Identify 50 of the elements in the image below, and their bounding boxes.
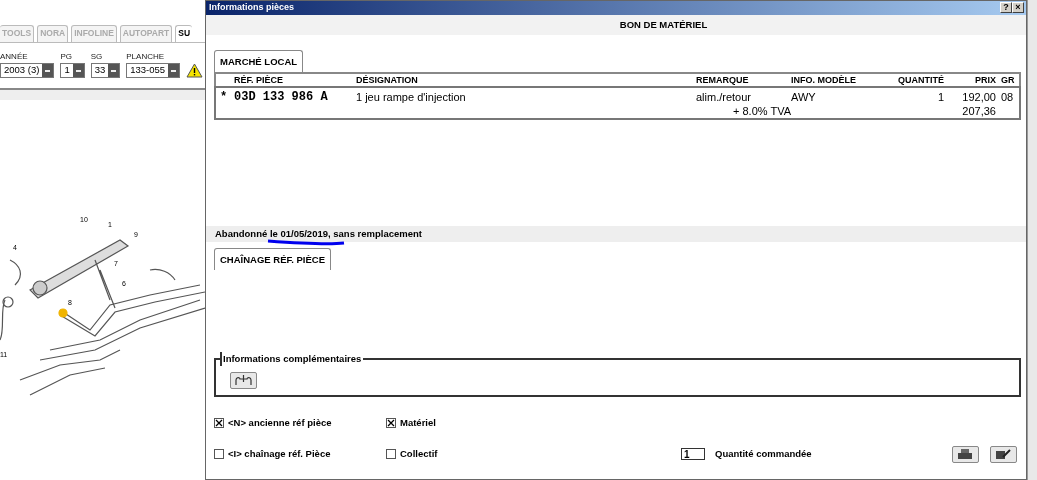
column-header: DÉSIGNATION	[356, 73, 419, 87]
checkbox[interactable]	[386, 418, 396, 428]
option-label: <N> ancienne réf pièce	[228, 415, 332, 430]
checkbox[interactable]	[386, 449, 396, 459]
edit-button[interactable]	[989, 445, 1017, 463]
table-cell-text: 08	[1000, 89, 1015, 105]
table-cell-text: *	[220, 88, 229, 106]
column-header: RÉF. PIÈCE	[234, 73, 284, 87]
dropdown[interactable]: 33	[90, 63, 121, 78]
dropdown[interactable]: 2003 (3)	[0, 63, 55, 78]
field-label: ANNÉE	[0, 51, 29, 63]
table-cell-text: 207,36	[961, 103, 996, 119]
panel-legend: Informations complémentaires	[220, 351, 364, 366]
column-header: GR	[1000, 73, 1016, 87]
checkbox[interactable]	[214, 449, 224, 459]
tab[interactable]: MARCHÉ LOCAL	[214, 49, 304, 72]
quantity-field[interactable]: 1	[681, 448, 705, 460]
pencil-icon	[995, 448, 1012, 460]
column-header: QUANTITÉ	[897, 73, 944, 87]
dropdown[interactable]: 1	[60, 63, 85, 78]
table-cell-text: + 8.0% TVA	[732, 103, 791, 119]
hand-icon	[234, 374, 253, 387]
section-header: BON DE MATÉRIEL	[206, 14, 1026, 35]
option-label: <I> chaînage réf. Pièce	[228, 446, 331, 461]
info-button[interactable]	[230, 371, 257, 389]
column-header: INFO. MODÈLE	[791, 73, 857, 87]
title-bar-button[interactable]: ×	[1012, 2, 1024, 14]
field-label: PG	[60, 51, 73, 63]
warning-icon	[186, 63, 204, 78]
option-label: Collectif	[400, 446, 438, 461]
title-bar-button[interactable]: ?	[1000, 2, 1012, 14]
column-header: REMARQUE	[696, 73, 750, 87]
field-label: SG	[90, 51, 104, 63]
table-cell-text: 03D 133 986 A	[234, 88, 329, 106]
tab[interactable]: CHAÎNAGE RÉF. PIÈCE	[214, 247, 332, 270]
table-cell-text: 1 jeu rampe d'injection	[356, 89, 467, 105]
table-cell-text: 1	[936, 89, 944, 105]
column-header: PRIX	[974, 73, 996, 87]
tab[interactable]: SU	[175, 25, 193, 42]
printer-icon	[957, 448, 974, 460]
option-label: Matériel	[400, 415, 436, 430]
table-cell-text: alim./retour	[696, 89, 753, 105]
print-button[interactable]	[951, 445, 979, 463]
field-label: Quantité commandée	[715, 446, 812, 461]
dropdown[interactable]: 133-055	[126, 63, 181, 78]
table-cell-text: AWY	[791, 89, 817, 105]
window-title: Informations pièces	[209, 1, 295, 14]
field-label: PLANCHE	[126, 51, 166, 63]
table-cell-text: 192,00	[961, 89, 996, 105]
checkbox[interactable]	[214, 418, 224, 428]
